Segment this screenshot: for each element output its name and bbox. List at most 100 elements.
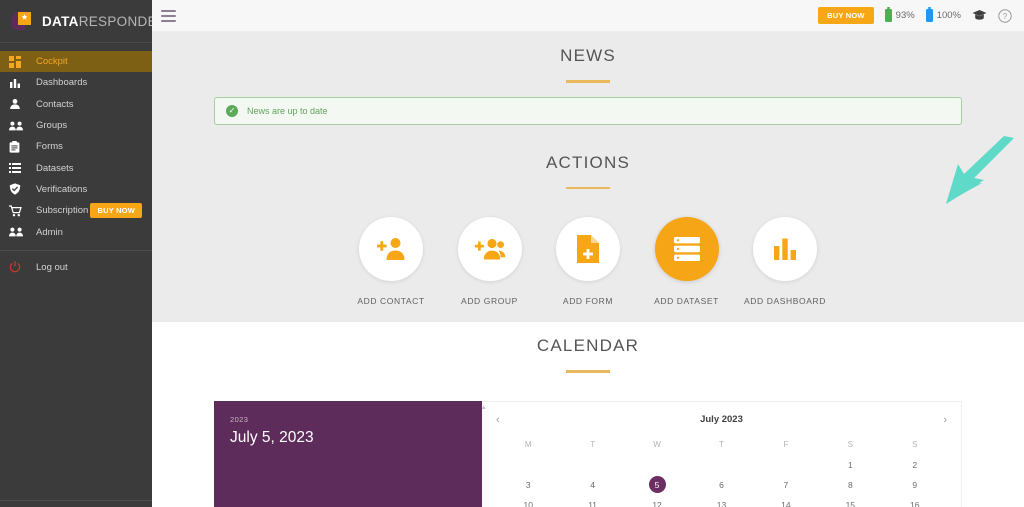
- calendar-weekday: M: [524, 439, 532, 449]
- calendar-day-cell[interactable]: [496, 455, 560, 475]
- calendar-day: [777, 455, 794, 472]
- action-label: ADD CONTACT: [357, 296, 425, 306]
- calendar-day: [520, 455, 537, 472]
- main-content: BUY NOW 93% 100% ? NEWS ✓ News are up to…: [152, 0, 1024, 507]
- sidebar-item-label: Admin: [36, 226, 63, 238]
- calendar-day-cell[interactable]: 13: [689, 495, 753, 507]
- meter-value: 93%: [895, 10, 915, 21]
- calendar-day-cell[interactable]: 1: [818, 455, 882, 475]
- topbar: BUY NOW 93% 100% ?: [152, 0, 1024, 32]
- calendar-day-cell[interactable]: 12: [625, 495, 689, 507]
- calendar-day-cell-selected[interactable]: 5: [625, 475, 689, 495]
- calendar-weekday: W: [653, 439, 661, 449]
- action-label: ADD GROUP: [461, 296, 518, 306]
- page-scroll-area[interactable]: NEWS ✓ News are up to date ACTIONS ADD C…: [152, 32, 1024, 507]
- group-icon: [9, 120, 27, 132]
- action-label: ADD DASHBOARD: [744, 296, 826, 306]
- calendar-day-cell[interactable]: 16: [883, 495, 947, 507]
- calendar-week-row: 3 4 5 6 7 8 9: [496, 475, 947, 495]
- grid-icon: [9, 55, 27, 68]
- buy-now-button[interactable]: BUY NOW: [818, 7, 874, 24]
- calendar-day: 7: [783, 479, 789, 490]
- help-circle-icon[interactable]: ?: [998, 8, 1012, 23]
- calendar-day-cell[interactable]: 10: [496, 495, 560, 507]
- sidebar-nav: Cockpit Dashboards Contacts Groups Forms…: [0, 43, 152, 278]
- calendar-day: 11: [588, 499, 598, 507]
- action-add-dashboard[interactable]: ADD DASHBOARD: [742, 217, 828, 306]
- calendar-widget: 2023 July 5, 2023 ‹ July 2023 ›: [152, 400, 1024, 507]
- action-add-group[interactable]: ADD GROUP: [447, 217, 533, 306]
- calendar-week-row: 10 11 12 13 14 15 16: [496, 495, 947, 507]
- calendar-day-cell[interactable]: 4: [560, 475, 624, 495]
- calendar-day-cell[interactable]: 9: [883, 475, 947, 495]
- calendar-day-cell[interactable]: 7: [754, 475, 818, 495]
- sidebar-item-subscription[interactable]: Subscription BUY NOW: [0, 200, 152, 221]
- calendar-day: 6: [719, 479, 724, 490]
- calendar-day: 4: [590, 479, 595, 490]
- sidebar-item-groups[interactable]: Groups: [0, 115, 152, 136]
- calendar-day-cell[interactable]: 15: [818, 495, 882, 507]
- action-add-contact[interactable]: ADD CONTACT: [348, 217, 434, 306]
- list-icon: [9, 162, 27, 174]
- calendar-weekday: F: [783, 439, 789, 449]
- section-divider: [566, 186, 610, 189]
- sidebar-divider: [0, 249, 152, 251]
- brand-logo[interactable]: DATARESPONDER: [0, 0, 152, 43]
- calendar-day-cell[interactable]: 11: [560, 495, 624, 507]
- calendar-day: 1: [847, 459, 853, 470]
- action-add-form[interactable]: ADD FORM: [545, 217, 631, 306]
- calendar-day: 16: [910, 499, 920, 507]
- chevron-right-icon[interactable]: ›: [931, 414, 947, 426]
- section-divider: [566, 80, 610, 83]
- logo-icon: [9, 9, 34, 34]
- calendar-day-cell[interactable]: 3: [496, 475, 560, 495]
- calendar-day: [649, 455, 666, 472]
- sidebar-item-datasets[interactable]: Datasets: [0, 157, 152, 178]
- calendar-weekday: T: [590, 439, 596, 449]
- sidebar-item-label: Subscription: [36, 205, 89, 217]
- action-add-dataset[interactable]: ADD DATASET: [644, 217, 730, 306]
- sidebar-item-label: Log out: [36, 261, 68, 273]
- sidebar-item-dashboards[interactable]: Dashboards: [0, 72, 152, 93]
- calendar-day: 5: [648, 476, 666, 493]
- date-card-scrollbar[interactable]: [482, 403, 489, 507]
- calendar-day-cell[interactable]: 14: [754, 495, 818, 507]
- action-label: ADD DATASET: [654, 296, 719, 306]
- meter-value: 100%: [936, 10, 961, 21]
- calendar-day: 12: [652, 499, 662, 507]
- sidebar-item-forms[interactable]: Forms: [0, 136, 152, 157]
- bar-chart-icon: [753, 217, 817, 281]
- calendar-day: [584, 455, 601, 472]
- calendar-day-cell[interactable]: [625, 455, 689, 475]
- subscription-buy-now-badge[interactable]: BUY NOW: [90, 203, 142, 219]
- sidebar-item-logout[interactable]: Log out: [0, 257, 152, 278]
- calendar-day-cell[interactable]: [560, 455, 624, 475]
- graduation-cap-icon[interactable]: [972, 9, 987, 22]
- calendar-day: 13: [716, 499, 727, 507]
- actions-row: ADD CONTACT ADD GROUP ADD FORM ADD DATAS…: [152, 217, 1024, 306]
- calendar-day: [713, 455, 730, 472]
- selected-year: 2023: [230, 414, 249, 424]
- selected-date-card: 2023 July 5, 2023: [214, 400, 489, 507]
- sidebar-item-label: Contacts: [36, 98, 74, 110]
- calendar-day: 8: [847, 479, 853, 490]
- sidebar-item-label: Dashboards: [36, 77, 88, 89]
- calendar-section: CALENDAR 2023 July 5, 2023 ‹ July 2023 ›: [152, 322, 1024, 507]
- calendar-day-cell[interactable]: 2: [883, 455, 947, 475]
- calendar-grid: M T W T F S S 1 2 3 4 5 6 7 8 9 10 11 12…: [496, 434, 947, 507]
- sidebar-item-contacts[interactable]: Contacts: [0, 94, 152, 115]
- sidebar-item-admin[interactable]: Admin: [0, 221, 152, 242]
- calendar-day-cell[interactable]: 8: [818, 475, 882, 495]
- sidebar-item-label: Forms: [36, 141, 63, 153]
- calendar-day-cell[interactable]: 6: [689, 475, 753, 495]
- sidebar-item-verifications[interactable]: Verifications: [0, 179, 152, 200]
- chevron-left-icon[interactable]: ‹: [496, 414, 512, 426]
- section-divider: [566, 370, 610, 373]
- sidebar-item-cockpit[interactable]: Cockpit: [0, 51, 152, 73]
- calendar-day-cell[interactable]: [754, 455, 818, 475]
- check-circle-icon: ✓: [226, 104, 238, 117]
- hamburger-icon[interactable]: [161, 9, 176, 22]
- app-root: DATARESPONDER Cockpit Dashboards: [0, 0, 1024, 507]
- calendar-day-cell[interactable]: [689, 455, 753, 475]
- topbar-right-group: BUY NOW 93% 100% ?: [818, 7, 1012, 24]
